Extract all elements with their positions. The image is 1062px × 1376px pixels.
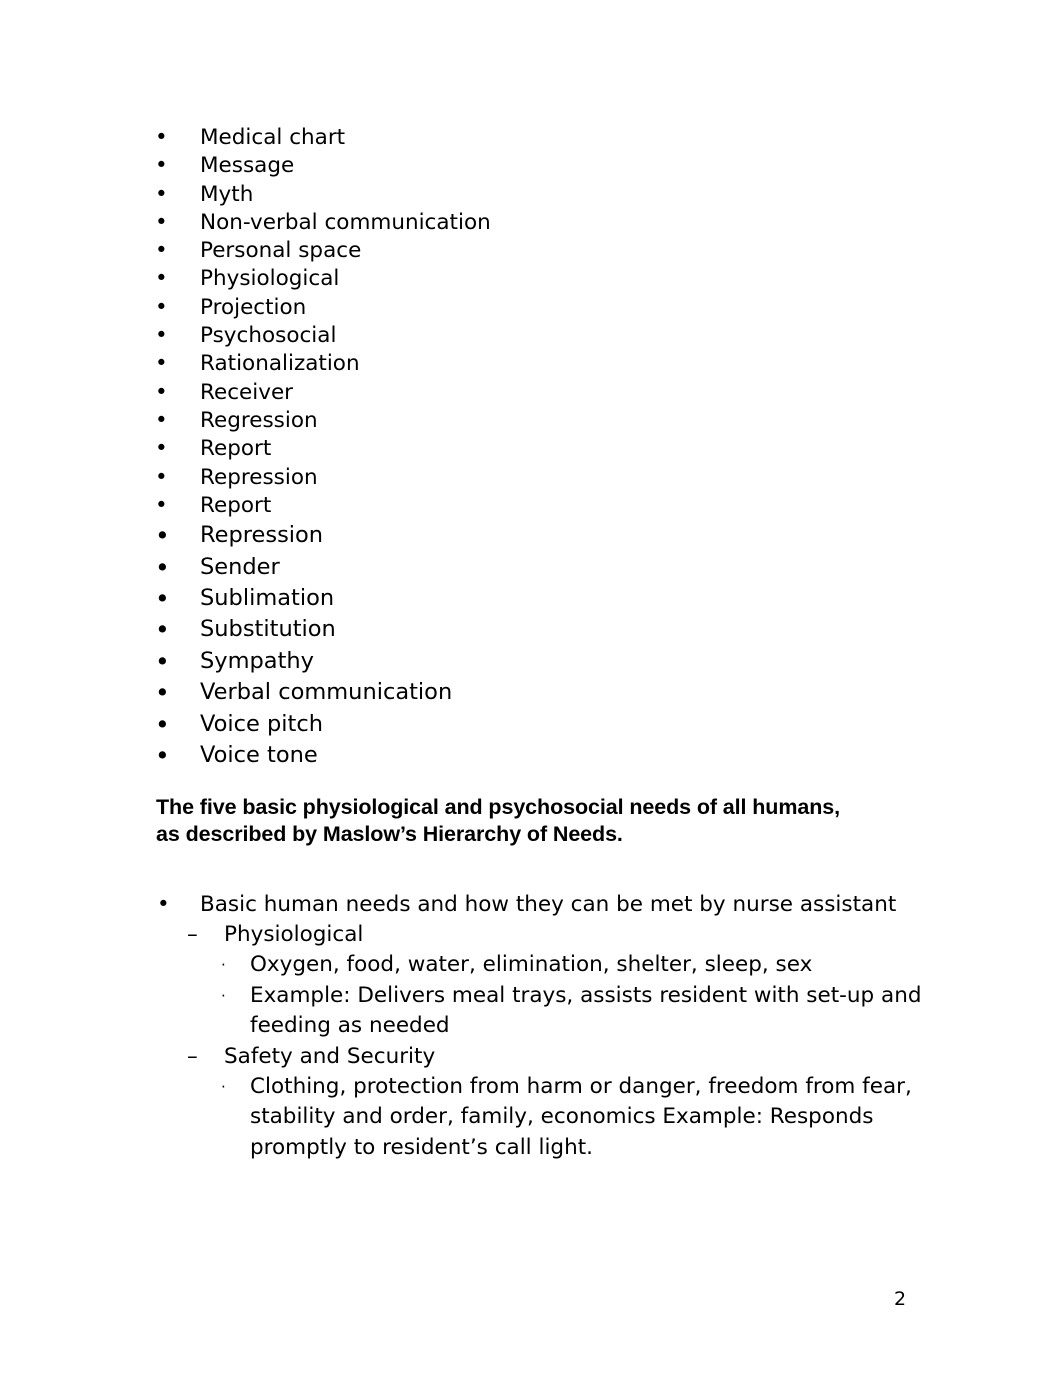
bullet-icon: • <box>155 678 170 708</box>
dash-icon: – <box>187 922 198 947</box>
list-item-label: Voice tone <box>200 742 318 768</box>
bullet-icon: • <box>155 436 168 462</box>
list-item-label: Regression <box>200 407 318 433</box>
document-page: • Medical chart • Message • Myth • Non-v… <box>0 0 1062 1376</box>
outline-level3-label: Clothing, protection from harm or danger… <box>250 1073 912 1160</box>
section-heading: The five basic physiological and psychos… <box>156 795 840 846</box>
list-item-label: Rationalization <box>200 351 360 377</box>
list-item-label: Myth <box>200 181 254 207</box>
list-item: • Voice tone <box>155 740 935 771</box>
bullet-icon: • <box>155 464 168 490</box>
bullet-icon: • <box>155 741 170 770</box>
outline-level1-item: • Basic human needs and how they can be … <box>155 890 945 920</box>
bullet-icon: · <box>221 1077 226 1096</box>
list-item-label: Medical chart <box>200 125 346 150</box>
list-item: • Message <box>155 152 935 180</box>
list-item: • Projection <box>155 294 935 322</box>
outline-level2-item: – Physiological <box>155 920 945 950</box>
list-item-label: Non-verbal communication <box>200 209 491 235</box>
list-item: • Voice pitch <box>155 709 935 740</box>
list-item: • Receiver <box>155 379 935 407</box>
list-item-label: Sublimation <box>200 584 335 611</box>
bullet-icon: • <box>155 351 168 377</box>
bullet-icon: • <box>155 709 170 739</box>
list-item: • Substitution <box>155 614 935 645</box>
outline-level2-label: Physiological <box>224 922 364 947</box>
list-item: • Report <box>155 435 935 463</box>
bullet-icon: • <box>155 552 170 582</box>
list-item: • Regression <box>155 407 935 435</box>
list-item: • Non-verbal communication <box>155 209 935 237</box>
list-item-label: Report <box>200 492 272 518</box>
bullet-icon: • <box>155 294 168 320</box>
dash-icon: – <box>187 1043 198 1069</box>
list-item-label: Sender <box>200 553 280 580</box>
list-item-label: Physiological <box>200 266 340 292</box>
bullet-icon: • <box>155 266 168 292</box>
list-item-label: Substitution <box>200 616 336 643</box>
list-item-label: Repression <box>200 522 324 549</box>
bullet-icon: • <box>155 323 168 349</box>
bullet-icon: • <box>155 407 168 433</box>
list-item-label: Psychosocial <box>200 323 337 349</box>
list-item-label: Personal space <box>200 238 362 264</box>
list-item-label: Repression <box>200 464 318 490</box>
list-item-label: Voice pitch <box>200 710 324 737</box>
bullet-icon: · <box>221 986 226 1005</box>
bullet-icon: • <box>155 209 168 235</box>
bullet-icon: • <box>155 181 168 207</box>
outline-level2-label: Safety and Security <box>224 1043 436 1069</box>
outline-level3-item: · Clothing, protection from harm or dang… <box>155 1072 945 1164</box>
list-item-label: Sympathy <box>200 647 314 674</box>
list-item: • Sender <box>155 552 935 583</box>
outline-level3-item: · Example: Delivers meal trays, assists … <box>155 981 945 1042</box>
bullet-icon: • <box>155 583 170 613</box>
list-item: • Sympathy <box>155 646 935 677</box>
outline-level3-label: Oxygen, food, water, elimination, shelte… <box>250 952 813 977</box>
bullet-icon: • <box>155 615 170 645</box>
bullet-icon: • <box>155 521 170 551</box>
list-item: • Verbal communication <box>155 677 935 708</box>
list-item-label: Message <box>200 153 295 179</box>
list-item: • Myth <box>155 181 935 209</box>
outline-level3-label: Example: Delivers meal trays, assists re… <box>250 982 922 1039</box>
bullet-icon: • <box>155 646 170 676</box>
bullet-icon: · <box>221 956 226 974</box>
bullet-icon: • <box>157 892 170 917</box>
bullet-icon: • <box>155 125 168 150</box>
bullet-icon: • <box>155 153 168 179</box>
list-item: • Repression <box>155 520 935 551</box>
outline-level1-label: Basic human needs and how they can be me… <box>200 892 897 917</box>
list-item: • Personal space <box>155 237 935 265</box>
outline-level3-item: · Oxygen, food, water, elimination, shel… <box>155 950 945 981</box>
list-item: • Psychosocial <box>155 322 935 350</box>
outline-section: • Basic human needs and how they can be … <box>155 890 945 1163</box>
list-item: • Rationalization <box>155 350 935 378</box>
list-item: • Sublimation <box>155 583 935 614</box>
bullet-icon: • <box>155 379 168 405</box>
page-number: 2 <box>894 1288 907 1310</box>
list-item-label: Verbal communication <box>200 679 453 706</box>
bullet-icon: • <box>155 492 168 518</box>
glossary-list: • Medical chart • Message • Myth • Non-v… <box>155 124 935 771</box>
list-item: • Physiological <box>155 265 935 293</box>
list-item: • Report <box>155 492 935 520</box>
list-item: • Medical chart <box>155 124 935 152</box>
outline-level2-item: – Safety and Security <box>155 1042 945 1072</box>
list-item-label: Report <box>200 436 272 462</box>
list-item-label: Projection <box>200 294 307 320</box>
bullet-icon: • <box>155 238 168 264</box>
list-item-label: Receiver <box>200 379 294 405</box>
list-item: • Repression <box>155 464 935 492</box>
